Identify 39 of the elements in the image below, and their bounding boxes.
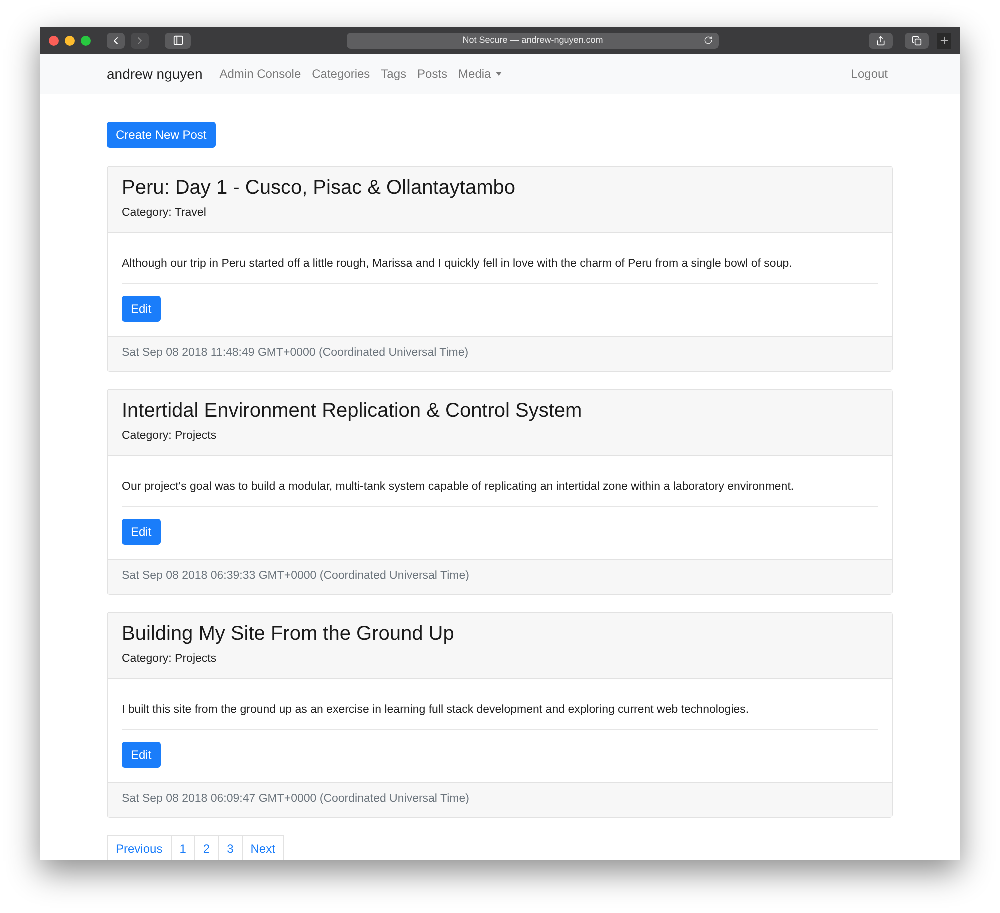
page-link[interactable]: Next xyxy=(242,835,284,860)
post-date: Sat Sep 08 2018 11:48:49 GMT+0000 (Coordinated Universal Time) xyxy=(122,346,469,362)
edit-button[interactable]: Edit xyxy=(122,519,161,545)
post-title: Peru: Day 1 - Cusco, Pisac & Ollantaytambo xyxy=(122,176,516,200)
nav-link[interactable]: Categories xyxy=(312,65,370,83)
post-category: Category: Travel xyxy=(122,206,208,221)
sidebar-icon xyxy=(172,35,184,46)
page-link[interactable]: Previous xyxy=(107,835,172,860)
new-tab-button[interactable] xyxy=(937,32,951,48)
post-category: Category: Projects xyxy=(122,429,218,444)
tabs-icon xyxy=(912,36,922,46)
post-date: Sat Sep 08 2018 06:09:47 GMT+0000 (Coordinated Universal Time) xyxy=(122,792,470,808)
post-summary: Although our trip in Peru started off a little rough, Marissa and I quickly fell in love with the charm of Peru from a single bowl of soup. xyxy=(122,257,794,272)
logout-link[interactable]: Logout xyxy=(851,65,888,83)
share-icon xyxy=(876,36,886,46)
tabs-button[interactable] xyxy=(905,32,929,48)
nav-link[interactable]: Posts xyxy=(418,65,448,83)
create-post-button[interactable]: Create New Post xyxy=(107,122,216,148)
post-summary: I built this site from the ground up as an exercise in learning full stack development and exploring current web technologies. xyxy=(122,703,750,718)
post-summary: Our project's goal was to build a modular, multi-tank system capable of replicating an intertidal zone within a laboratory environment. xyxy=(122,480,796,495)
address-bar[interactable]: Not Secure — andrew-nguyen.com xyxy=(347,32,719,48)
post-title: Building My Site From the Ground Up xyxy=(122,622,456,646)
post-title: Intertidal Environment Replication & Control System xyxy=(122,399,584,423)
forward-button[interactable] xyxy=(131,32,149,48)
nav-link[interactable]: Tags xyxy=(381,65,407,83)
caret-icon xyxy=(496,72,502,76)
edit-button[interactable]: Edit xyxy=(122,742,161,768)
sidebar-button[interactable] xyxy=(165,32,191,48)
back-button[interactable] xyxy=(107,32,125,48)
share-button[interactable] xyxy=(869,32,893,48)
plus-icon xyxy=(938,35,950,46)
nav-link[interactable]: Admin Console xyxy=(220,65,302,83)
post-date: Sat Sep 08 2018 06:39:33 GMT+0000 (Coordinated Universal Time) xyxy=(122,569,470,584)
nav-dropdown[interactable]: Media xyxy=(458,65,502,83)
reload-icon[interactable] xyxy=(704,36,713,45)
post-category: Category: Projects xyxy=(122,652,218,667)
edit-button[interactable]: Edit xyxy=(122,296,161,322)
address-text: Not Secure — andrew-nguyen.com xyxy=(462,34,604,47)
brand-link[interactable]: andrew nguyen xyxy=(107,64,203,84)
